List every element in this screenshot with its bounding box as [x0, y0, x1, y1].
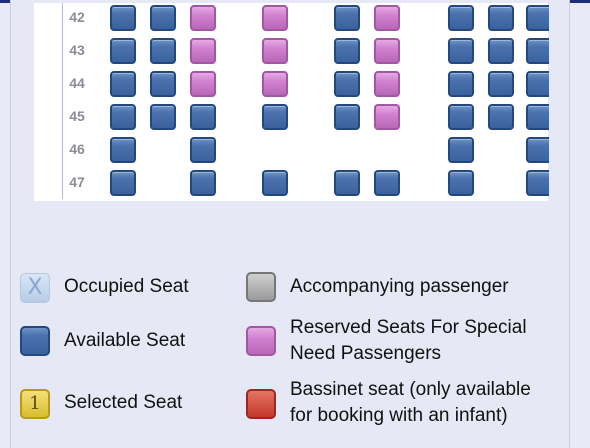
special-needs-seat-43-3[interactable]: [190, 38, 216, 64]
special-needs-seat-45-6[interactable]: [374, 104, 400, 130]
available-seat-47-4[interactable]: [262, 170, 288, 196]
available-seat-47-5[interactable]: [334, 170, 360, 196]
occupied-seat-icon: X: [20, 273, 50, 303]
available-seat-45-9[interactable]: [526, 104, 549, 130]
special-needs-seat-43-4[interactable]: [262, 38, 288, 64]
selected-seat-icon: 1: [20, 389, 50, 419]
available-seat-42-8[interactable]: [488, 5, 514, 31]
available-seat-43-1[interactable]: [110, 38, 136, 64]
available-seat-42-1[interactable]: [110, 5, 136, 31]
legend-label-selected: Selected Seat: [64, 392, 183, 413]
available-seat-44-2[interactable]: [150, 71, 176, 97]
available-seat-46-7[interactable]: [448, 137, 474, 163]
available-seat-45-3[interactable]: [190, 104, 216, 130]
row-number-47: 47: [69, 174, 85, 190]
available-seat-42-2[interactable]: [150, 5, 176, 31]
available-seat-45-5[interactable]: [334, 104, 360, 130]
available-seat-46-9[interactable]: [526, 137, 549, 163]
available-seat-43-5[interactable]: [334, 38, 360, 64]
available-seat-45-7[interactable]: [448, 104, 474, 130]
available-seat-45-2[interactable]: [150, 104, 176, 130]
special-needs-seat-icon: [246, 326, 276, 356]
available-seat-43-9[interactable]: [526, 38, 549, 64]
legend-label-bassinet-line2: for booking with an infant): [290, 405, 508, 426]
available-seat-44-9[interactable]: [526, 71, 549, 97]
available-seat-45-1[interactable]: [110, 104, 136, 130]
available-seat-42-9[interactable]: [526, 5, 549, 31]
legend-label-special-line1: Reserved Seats For Special: [290, 317, 527, 338]
available-seat-icon: [20, 326, 50, 356]
bassinet-seat-icon: [246, 389, 276, 419]
row-number-45: 45: [69, 108, 85, 124]
row-label-divider: [62, 3, 63, 199]
special-needs-seat-42-3[interactable]: [190, 5, 216, 31]
available-seat-47-7[interactable]: [448, 170, 474, 196]
available-seat-45-8[interactable]: [488, 104, 514, 130]
available-seat-46-1[interactable]: [110, 137, 136, 163]
available-seat-47-6[interactable]: [374, 170, 400, 196]
legend-label-special-line2: Need Passengers: [290, 343, 442, 364]
special-needs-seat-43-6[interactable]: [374, 38, 400, 64]
legend-label-occupied: Occupied Seat: [64, 276, 189, 297]
special-needs-seat-42-4[interactable]: [262, 5, 288, 31]
available-seat-44-1[interactable]: [110, 71, 136, 97]
available-seat-43-7[interactable]: [448, 38, 474, 64]
special-needs-seat-44-4[interactable]: [262, 71, 288, 97]
available-seat-44-7[interactable]: [448, 71, 474, 97]
row-number-43: 43: [69, 42, 85, 58]
available-seat-45-4[interactable]: [262, 104, 288, 130]
available-seat-46-3[interactable]: [190, 137, 216, 163]
available-seat-44-5[interactable]: [334, 71, 360, 97]
available-seat-43-2[interactable]: [150, 38, 176, 64]
available-seat-47-9[interactable]: [526, 170, 549, 196]
available-seat-47-1[interactable]: [110, 170, 136, 196]
available-seat-42-7[interactable]: [448, 5, 474, 31]
special-needs-seat-44-6[interactable]: [374, 71, 400, 97]
legend-label-bassinet-line1: Bassinet seat (only available: [290, 379, 531, 400]
special-needs-seat-44-3[interactable]: [190, 71, 216, 97]
special-needs-seat-42-6[interactable]: [374, 5, 400, 31]
legend-label-accompanying: Accompanying passenger: [290, 276, 509, 297]
available-seat-43-8[interactable]: [488, 38, 514, 64]
legend-label-available: Available Seat: [64, 330, 186, 351]
row-number-42: 42: [69, 9, 85, 25]
row-number-46: 46: [69, 141, 85, 157]
available-seat-42-5[interactable]: [334, 5, 360, 31]
row-number-44: 44: [69, 75, 85, 91]
available-seat-47-3[interactable]: [190, 170, 216, 196]
accompanying-seat-icon: [246, 272, 276, 302]
available-seat-44-8[interactable]: [488, 71, 514, 97]
